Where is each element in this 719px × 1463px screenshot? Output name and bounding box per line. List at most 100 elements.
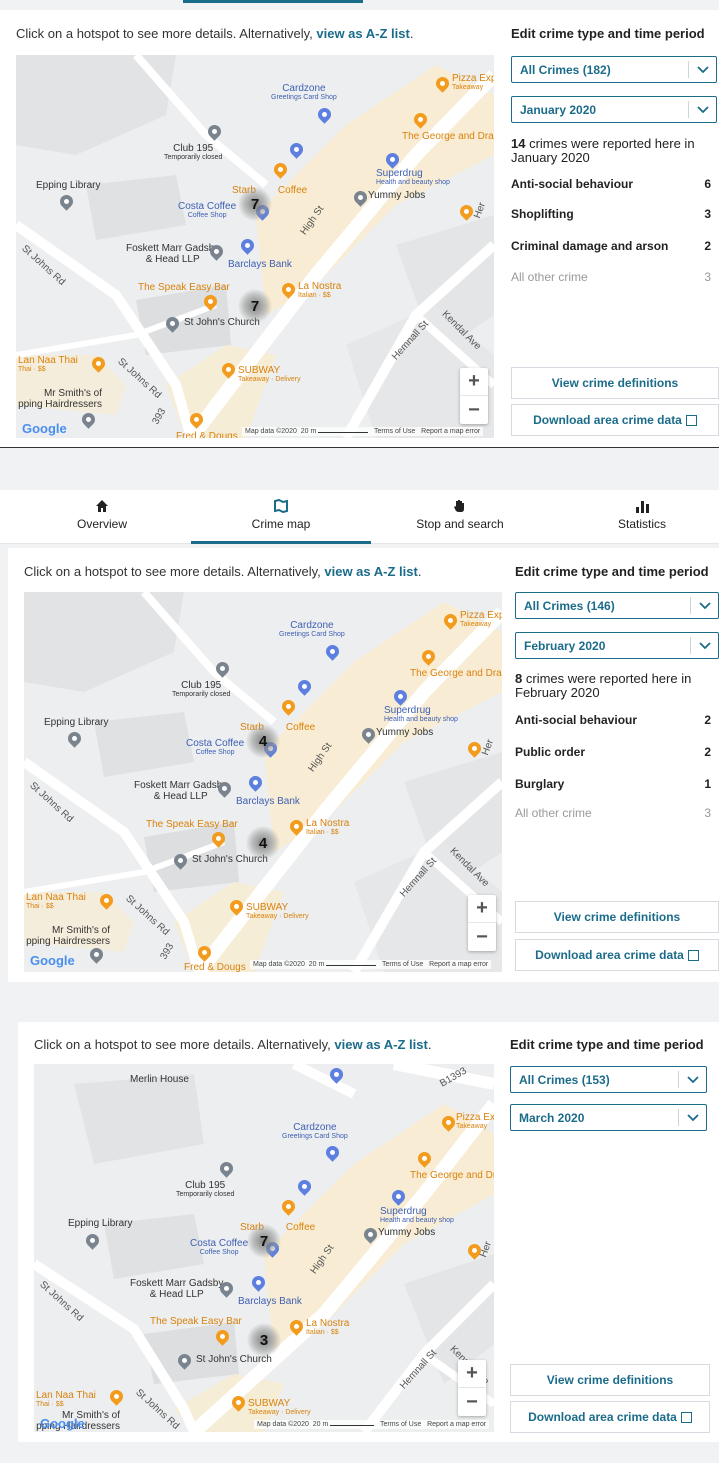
map-attribution: Map data ©2020 20 m Terms of Use Report … xyxy=(254,1420,490,1429)
download-crime-data-button[interactable]: Download area crime data xyxy=(510,1401,710,1433)
poi-barclays[interactable]: Barclays Bank xyxy=(238,1296,302,1307)
poi-foskett[interactable]: Foskett Marr Gadsby & Head LLP xyxy=(126,243,219,265)
crime-type-select[interactable]: All Crimes (182) xyxy=(511,56,717,83)
tab-statistics[interactable]: Statistics xyxy=(552,490,719,544)
tab-crime-map[interactable]: Crime map xyxy=(191,490,371,544)
crime-row: Burglary 1 xyxy=(515,777,711,791)
poi-superdrug[interactable]: Superdrug Health and beauty shop xyxy=(376,168,450,187)
report-map-error-link[interactable]: Report a map error xyxy=(421,428,480,435)
poi-cardzone[interactable]: Cardzone Greetings Card Shop xyxy=(271,83,337,102)
poi-subway[interactable]: SUBWAY Takeaway · Delivery xyxy=(238,365,301,384)
az-list-link[interactable]: view as A-Z list xyxy=(334,1037,427,1052)
poi-george-dragon[interactable]: The George and Drag xyxy=(402,131,494,142)
poi-costa-coffee[interactable]: Costa Coffee Coffee Shop xyxy=(186,738,244,757)
view-crime-definitions-button[interactable]: View crime definitions xyxy=(515,901,719,933)
poi-foskett[interactable]: Foskett Marr Gadsby & Head LLP xyxy=(130,1278,223,1300)
zoom-in-button[interactable]: + xyxy=(468,895,496,923)
poi-speak-easy[interactable]: The Speak Easy Bar xyxy=(150,1316,242,1327)
crime-hotspot-cluster[interactable]: 7 xyxy=(238,289,272,323)
map-icon xyxy=(191,498,371,517)
zoom-out-button[interactable]: − xyxy=(458,1388,486,1416)
tab-stop-and-search[interactable]: Stop and search xyxy=(370,490,550,544)
poi-costa-coffee[interactable]: Costa Coffee Coffee Shop xyxy=(190,1238,248,1257)
poi-cardzone[interactable]: Cardzone Greetings Card Shop xyxy=(279,620,345,639)
az-list-link[interactable]: view as A-Z list xyxy=(316,26,409,41)
bar-chart-icon xyxy=(552,499,719,517)
poi-speak-easy[interactable]: The Speak Easy Bar xyxy=(138,282,230,293)
time-period-select[interactable]: February 2020 xyxy=(515,632,719,659)
poi-yummy-jobs[interactable]: Yummy Jobs xyxy=(376,727,433,738)
poi-mr-smiths[interactable]: Mr Smith's of pping Hairdressers xyxy=(16,388,102,410)
terms-link[interactable]: Terms of Use xyxy=(382,961,423,968)
poi-fred-dougs[interactable]: Fred & Dougs xyxy=(176,431,238,438)
poi-la-nostra[interactable]: La Nostra Italian · $$ xyxy=(306,1318,349,1337)
crime-summary: 14 crimes were reported here in January 2… xyxy=(511,136,695,165)
poi-superdrug[interactable]: Superdrug Health and beauty shop xyxy=(380,1206,454,1225)
poi-la-nostra[interactable]: La Nostra Italian · $$ xyxy=(298,281,341,300)
poi-fred-dougs[interactable]: Fred & Dougs xyxy=(184,962,246,972)
crime-hotspot-cluster[interactable]: 7 xyxy=(247,1224,281,1258)
time-period-select[interactable]: January 2020 xyxy=(511,96,717,123)
crime-map[interactable]: Merlin House B1393 Pizza ExpTakeaway Car… xyxy=(34,1064,494,1432)
zoom-control: + − xyxy=(460,368,488,424)
poi-yummy-jobs[interactable]: Yummy Jobs xyxy=(378,1227,435,1238)
crime-hotspot-cluster[interactable]: 4 xyxy=(246,826,280,860)
terms-link[interactable]: Terms of Use xyxy=(380,1421,421,1428)
poi-merlin-house[interactable]: Merlin House xyxy=(130,1074,189,1085)
crime-hotspot-cluster[interactable]: 3 xyxy=(247,1323,281,1357)
poi-lan-naa-thai[interactable]: Lan Naa Thai Thai · $$ xyxy=(18,355,78,374)
poi-club-195[interactable]: Club 195 Temporarily closed xyxy=(172,680,230,699)
poi-epping-library[interactable]: Epping Library xyxy=(44,717,108,728)
poi-barclays[interactable]: Barclays Bank xyxy=(236,796,300,807)
poi-pizza-express[interactable]: Pizza ExpTakeaway xyxy=(460,610,502,629)
view-crime-definitions-button[interactable]: View crime definitions xyxy=(511,367,719,399)
map-intro-text: Click on a hotspot to see more details. … xyxy=(16,26,413,41)
crime-map[interactable]: Pizza Exp Takeaway Cardzone Greetings Card… xyxy=(24,592,502,972)
zoom-in-button[interactable]: + xyxy=(458,1360,486,1388)
crime-map[interactable]: Pizza Exp Takeaway Cardzone Greetings Card… xyxy=(16,55,494,438)
chevron-down-icon xyxy=(690,597,718,614)
poi-subway[interactable]: SUBWAY Takeaway · Delivery xyxy=(246,902,309,921)
poi-george-dragon[interactable]: The George and Drag xyxy=(410,668,502,679)
poi-barclays[interactable]: Barclays Bank xyxy=(228,259,292,270)
download-crime-data-button[interactable]: Download area crime data xyxy=(515,939,719,971)
section-divider xyxy=(0,447,719,448)
intro-end: . xyxy=(417,564,422,579)
poi-la-nostra[interactable]: La Nostra Italian · $$ xyxy=(306,818,349,837)
crime-hotspot-cluster[interactable]: 7 xyxy=(238,187,272,221)
poi-club-195[interactable]: Club 195 Temporarily closed xyxy=(176,1180,234,1199)
view-crime-definitions-button[interactable]: View crime definitions xyxy=(510,1364,710,1396)
zoom-out-button[interactable]: − xyxy=(468,923,496,951)
poi-mr-smiths[interactable]: Mr Smith's of pping Hairdressers xyxy=(24,925,110,947)
download-crime-data-button[interactable]: Download area crime data xyxy=(511,404,719,436)
poi-speak-easy[interactable]: The Speak Easy Bar xyxy=(146,819,238,830)
zoom-in-button[interactable]: + xyxy=(460,368,488,396)
crime-hotspot-cluster[interactable]: 4 xyxy=(246,724,280,758)
poi-costa-coffee[interactable]: Costa Coffee Coffee Shop xyxy=(178,201,236,220)
intro-text: Click on a hotspot to see more details. … xyxy=(34,1037,331,1052)
poi-subway[interactable]: SUBWAY Takeaway · Delivery xyxy=(248,1398,311,1417)
report-map-error-link[interactable]: Report a map error xyxy=(429,961,488,968)
poi-superdrug[interactable]: Superdrug Health and beauty shop xyxy=(384,705,458,724)
poi-yummy-jobs[interactable]: Yummy Jobs xyxy=(368,190,425,201)
crime-type-select[interactable]: All Crimes (146) xyxy=(515,592,719,619)
time-period-select[interactable]: March 2020 xyxy=(510,1104,707,1131)
poi-pizza-express[interactable]: Pizza ExpTakeaway xyxy=(456,1112,494,1131)
external-link-icon xyxy=(687,949,699,961)
poi-george-dragon[interactable]: The George and Drag xyxy=(410,1170,494,1181)
poi-foskett[interactable]: Foskett Marr Gadsby & Head LLP xyxy=(134,780,227,802)
poi-epping-library[interactable]: Epping Library xyxy=(36,180,100,191)
zoom-out-button[interactable]: − xyxy=(460,396,488,424)
poi-cardzone[interactable]: Cardzone Greetings Card Shop xyxy=(282,1122,348,1141)
poi-lan-naa-thai[interactable]: Lan Naa Thai Thai · $$ xyxy=(36,1390,96,1409)
poi-lan-naa-thai[interactable]: Lan Naa Thai Thai · $$ xyxy=(26,892,86,911)
az-list-link[interactable]: view as A-Z list xyxy=(324,564,417,579)
poi-epping-library[interactable]: Epping Library xyxy=(68,1218,132,1229)
report-map-error-link[interactable]: Report a map error xyxy=(427,1421,486,1428)
poi-pizza-express[interactable]: Pizza ExpTakeaway xyxy=(452,73,494,92)
crime-type-select[interactable]: All Crimes (153) xyxy=(510,1066,707,1093)
poi-club-195[interactable]: Club 195 Temporarily closed xyxy=(164,143,222,162)
terms-link[interactable]: Terms of Use xyxy=(374,428,415,435)
tab-overview[interactable]: Overview xyxy=(12,490,192,544)
google-logo: Google xyxy=(30,953,75,968)
